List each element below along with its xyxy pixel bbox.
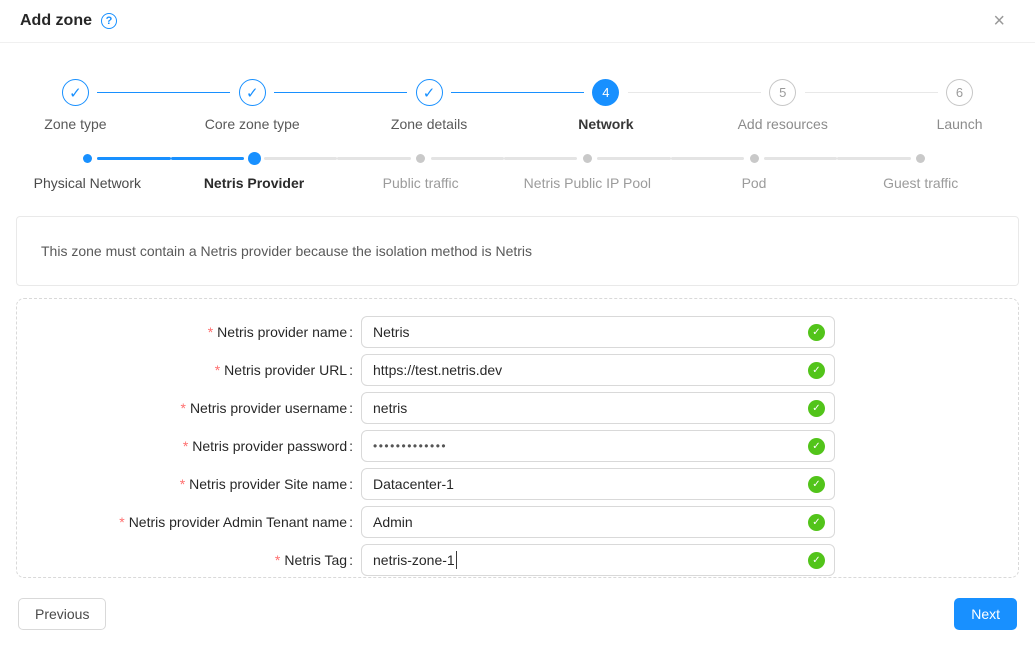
substep-physical-network: Physical Network: [4, 152, 171, 191]
substep-dot: [916, 154, 925, 163]
substep-dot: [583, 154, 592, 163]
text-caret: [456, 551, 457, 569]
field-label: *Netris provider Admin Tenant name:: [17, 514, 361, 530]
netris-provider-site-name-input[interactable]: Datacenter-1 ✓: [361, 468, 835, 500]
required-mark: *: [180, 476, 185, 492]
step-check-icon: ✓: [416, 79, 443, 106]
network-substeps: Physical Network Netris Provider Public …: [4, 152, 1004, 191]
substep-netris-public-ip-pool: Netris Public IP Pool: [504, 152, 671, 191]
step-number: 6: [946, 79, 973, 106]
netris-provider-url-input[interactable]: https://test.netris.dev ✓: [361, 354, 835, 386]
valid-check-icon: ✓: [808, 552, 825, 569]
field-label: *Netris provider name:: [17, 324, 361, 340]
previous-button[interactable]: Previous: [18, 598, 106, 630]
help-icon[interactable]: ?: [101, 13, 117, 29]
netris-provider-username-input[interactable]: netris ✓: [361, 392, 835, 424]
netris-tag-input[interactable]: netris-zone-1 ✓: [361, 544, 835, 576]
step-check-icon: ✓: [62, 79, 89, 106]
wizard-steps: ✓ Zone type ✓ Core zone type ✓ Zone deta…: [0, 79, 1035, 132]
page-title: Add zone: [20, 12, 92, 30]
form-row: *Netris provider Admin Tenant name: Admi…: [17, 506, 1018, 538]
substep-dot: [750, 154, 759, 163]
substep-public-traffic: Public traffic: [337, 152, 504, 191]
step-zone-type: ✓ Zone type: [0, 79, 164, 132]
form-row: *Netris provider password: •••••••••••••…: [17, 430, 1018, 462]
substep-dot: [416, 154, 425, 163]
netris-provider-password-input[interactable]: ••••••••••••• ✓: [361, 430, 835, 462]
notice-text: This zone must contain a Netris provider…: [41, 243, 532, 259]
add-zone-modal: Add zone ? × ✓ Zone type ✓ Core zone typ…: [0, 0, 1035, 630]
valid-check-icon: ✓: [808, 514, 825, 531]
step-launch: 6 Launch: [871, 79, 1035, 132]
substep-dot: [248, 152, 261, 165]
modal-header: Add zone ? ×: [0, 0, 1035, 43]
valid-check-icon: ✓: [808, 324, 825, 341]
step-number: 5: [769, 79, 796, 106]
form-row: *Netris provider URL: https://test.netri…: [17, 354, 1018, 386]
required-mark: *: [275, 552, 280, 568]
substep-netris-provider: Netris Provider: [171, 152, 338, 191]
step-zone-details: ✓ Zone details: [341, 79, 518, 132]
required-mark: *: [119, 514, 124, 530]
field-label: *Netris provider Site name:: [17, 476, 361, 492]
required-mark: *: [208, 324, 213, 340]
netris-provider-name-input[interactable]: Netris ✓: [361, 316, 835, 348]
isolation-method-notice: This zone must contain a Netris provider…: [16, 216, 1019, 286]
required-mark: *: [215, 362, 220, 378]
required-mark: *: [180, 400, 185, 416]
form-row: *Netris provider username: netris ✓: [17, 392, 1018, 424]
form-row: *Netris Tag: netris-zone-1 ✓: [17, 544, 1018, 576]
form-row: *Netris provider Site name: Datacenter-1…: [17, 468, 1018, 500]
substep-guest-traffic: Guest traffic: [837, 152, 1004, 191]
netris-provider-form: *Netris provider name: Netris ✓ *Netris …: [16, 298, 1019, 578]
valid-check-icon: ✓: [808, 362, 825, 379]
field-label: *Netris provider username:: [17, 400, 361, 416]
field-label: *Netris provider password:: [17, 438, 361, 454]
wizard-footer: Previous Next: [18, 598, 1017, 630]
step-check-icon: ✓: [239, 79, 266, 106]
valid-check-icon: ✓: [808, 438, 825, 455]
close-icon[interactable]: ×: [993, 11, 1005, 31]
substep-pod: Pod: [671, 152, 838, 191]
step-add-resources: 5 Add resources: [694, 79, 871, 132]
field-label: *Netris Tag:: [17, 552, 361, 568]
next-button[interactable]: Next: [954, 598, 1017, 630]
substep-dot: [83, 154, 92, 163]
step-network: 4 Network: [517, 79, 694, 132]
form-row: *Netris provider name: Netris ✓: [17, 316, 1018, 348]
step-number: 4: [592, 79, 619, 106]
netris-provider-admin-tenant-name-input[interactable]: Admin ✓: [361, 506, 835, 538]
step-core-zone-type: ✓ Core zone type: [164, 79, 341, 132]
required-mark: *: [183, 438, 188, 454]
field-label: *Netris provider URL:: [17, 362, 361, 378]
valid-check-icon: ✓: [808, 400, 825, 417]
valid-check-icon: ✓: [808, 476, 825, 493]
